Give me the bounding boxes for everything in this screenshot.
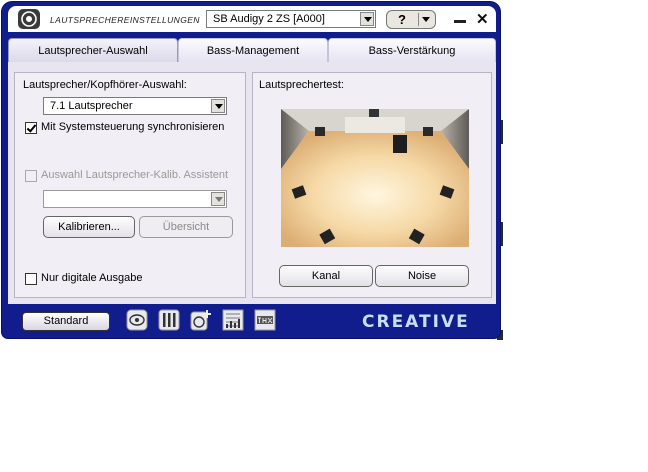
mixer-icon[interactable] bbox=[158, 309, 180, 331]
speaker-test-title: Lautsprechertest: bbox=[259, 79, 344, 91]
help-divider bbox=[418, 13, 419, 26]
speaker-test-panel: Lautsprechertest: Kanal Noise bbox=[252, 72, 492, 298]
minimize-button[interactable] bbox=[454, 20, 466, 23]
assistant-checkbox[interactable] bbox=[25, 170, 37, 182]
chevron-down-icon[interactable] bbox=[422, 17, 430, 22]
creative-logo: CREATIVE bbox=[362, 312, 470, 332]
help-icon: ? bbox=[398, 12, 406, 27]
subwoofer-icon bbox=[393, 135, 407, 153]
speaker-front-right-icon bbox=[423, 127, 433, 136]
speaker-center-icon bbox=[369, 109, 379, 117]
close-button[interactable]: ✕ bbox=[476, 10, 489, 28]
equalizer-icon[interactable] bbox=[222, 309, 244, 331]
assistant-checkbox-label: Auswahl Lautsprecher-Kalib. Assistent bbox=[41, 169, 229, 181]
device-select[interactable]: SB Audigy 2 ZS [A000] bbox=[206, 10, 376, 28]
digital-output-checkbox[interactable] bbox=[25, 273, 37, 285]
title-bar[interactable]: LAUTSPRECHEREINSTELLUNGEN SB Audigy 2 ZS… bbox=[8, 6, 496, 32]
speaker-room-diagram[interactable] bbox=[281, 109, 469, 247]
calibrate-button[interactable]: Kalibrieren... bbox=[43, 216, 135, 238]
tab-bass-management[interactable]: Bass-Management bbox=[178, 38, 328, 62]
bottom-toolbar: Standard CREATIVE bbox=[8, 308, 496, 334]
standard-button[interactable]: Standard bbox=[22, 312, 110, 331]
sync-checkbox[interactable] bbox=[25, 122, 37, 134]
speaker-settings-window: LAUTSPRECHEREINSTELLUNGEN SB Audigy 2 ZS… bbox=[2, 2, 500, 338]
speaker-selection-panel: Lautsprecher/Kopfhörer-Auswahl: 7.1 Laut… bbox=[14, 72, 246, 298]
speaker-front-left-icon bbox=[315, 127, 325, 136]
tab-speaker-selection[interactable]: Lautsprecher-Auswahl bbox=[8, 38, 178, 62]
sync-checkbox-label: Mit Systemsteuerung synchronisieren bbox=[41, 121, 225, 133]
tab-bar: Lautsprecher-Auswahl Bass-Management Bas… bbox=[8, 38, 496, 62]
digital-output-label: Nur digitale Ausgabe bbox=[41, 272, 143, 284]
assistant-select[interactable] bbox=[43, 190, 227, 208]
channel-test-button[interactable]: Kanal bbox=[279, 265, 373, 287]
thx-icon[interactable] bbox=[254, 309, 276, 331]
speaker-select-label: Lautsprecher/Kopfhörer-Auswahl: bbox=[23, 79, 187, 91]
app-logo-icon bbox=[18, 9, 40, 29]
speaker-settings-icon[interactable] bbox=[126, 309, 148, 331]
chevron-down-icon[interactable] bbox=[211, 192, 225, 206]
tab-bass-boost[interactable]: Bass-Verstärkung bbox=[328, 38, 496, 62]
window-title: LAUTSPRECHEREINSTELLUNGEN bbox=[50, 15, 200, 25]
overview-button[interactable]: Übersicht bbox=[139, 216, 233, 238]
noise-test-button[interactable]: Noise bbox=[375, 265, 469, 287]
device-select-value: SB Audigy 2 ZS [A000] bbox=[213, 13, 325, 25]
chevron-down-icon[interactable] bbox=[211, 99, 225, 113]
speaker-select-value: 7.1 Lautsprecher bbox=[50, 100, 133, 112]
speaker-select[interactable]: 7.1 Lautsprecher bbox=[43, 97, 227, 115]
background-window-fragment bbox=[497, 0, 648, 40]
help-button[interactable]: ? bbox=[386, 10, 436, 29]
tab-content: Lautsprecher/Kopfhörer-Auswahl: 7.1 Laut… bbox=[8, 62, 496, 304]
chevron-down-icon[interactable] bbox=[360, 12, 374, 26]
add-effect-icon[interactable] bbox=[190, 309, 212, 331]
